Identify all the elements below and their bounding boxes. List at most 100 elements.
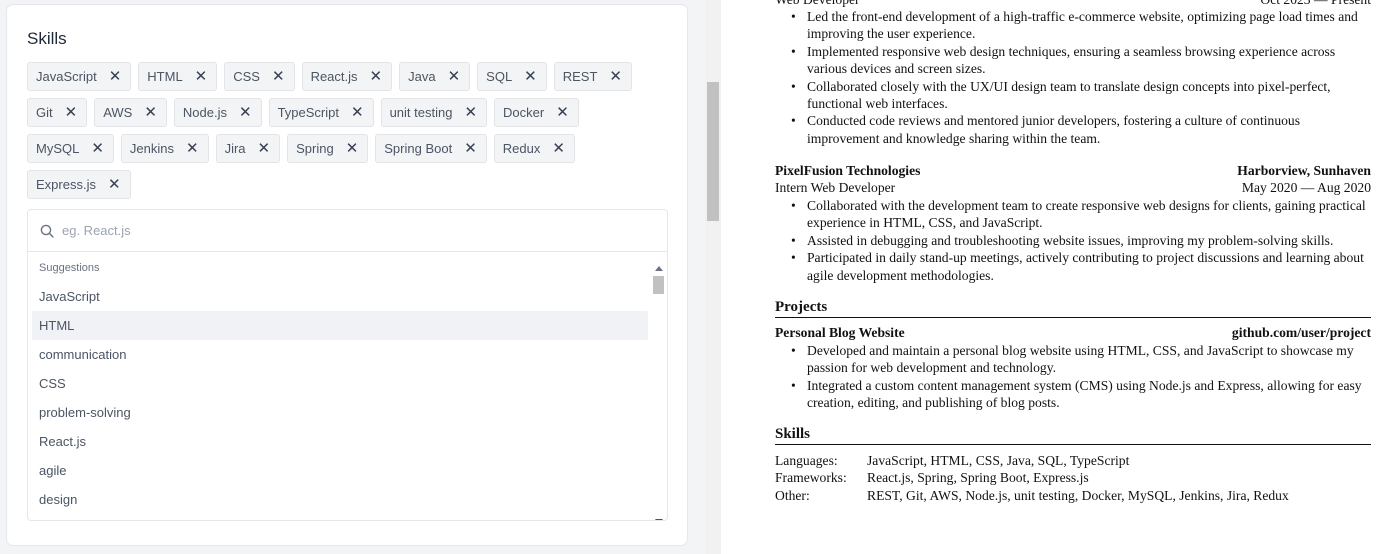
job2-dates: May 2020 — Aug 2020 (1241, 180, 1371, 195)
bullet-item: Participated in daily stand-up meetings,… (775, 249, 1371, 284)
bullet-item: Integrated a custom content management s… (775, 377, 1371, 412)
skills-table: Languages: JavaScript, HTML, CSS, Java, … (775, 452, 1371, 504)
skill-chip: MySQL ✕ (27, 134, 114, 163)
job2-title: Intern Web Developer (775, 180, 896, 195)
remove-chip-icon[interactable]: ✕ (109, 69, 122, 84)
skill-category: Languages: (775, 453, 838, 468)
suggestion-item[interactable]: React.js (32, 427, 648, 456)
remove-chip-icon[interactable]: ✕ (351, 105, 364, 120)
skill-items: REST, Git, AWS, Node.js, unit testing, D… (867, 487, 1289, 503)
projects-heading: Projects (775, 299, 1371, 318)
editor-pane: Skills JavaScript ✕ HTML ✕ CSS ✕ React.js ✕ Java… (0, 0, 705, 554)
remove-chip-icon[interactable]: ✕ (144, 105, 157, 120)
skill-chip-label: SQL (486, 69, 513, 84)
remove-chip-icon[interactable]: ✕ (464, 105, 477, 120)
remove-chip-icon[interactable]: ✕ (346, 141, 359, 156)
suggestion-item[interactable]: JavaScript (32, 282, 648, 311)
suggestion-item[interactable]: design (32, 485, 648, 514)
skill-chip: Git ✕ (27, 98, 88, 127)
job1-title: Web Developer (775, 0, 860, 8)
skill-chip-label: Java (408, 69, 436, 84)
remove-chip-icon[interactable]: ✕ (448, 69, 461, 84)
project-link: github.com/user/project (1231, 325, 1371, 340)
page-scrollbar[interactable] (705, 0, 721, 554)
section-title: Skills (27, 29, 67, 48)
bullet-item: Led the front-end development of a high-… (775, 8, 1371, 43)
remove-chip-icon[interactable]: ✕ (239, 105, 252, 120)
suggestion-panel: Suggestions JavaScript HTML communication C… (28, 252, 667, 520)
skill-search-input[interactable] (62, 223, 622, 238)
skill-chip: SQL ✕ (477, 62, 547, 91)
skill-chip: REST ✕ (553, 62, 632, 91)
suggestion-item[interactable]: agile (32, 456, 648, 485)
project-name: Personal Blog Website (775, 325, 905, 340)
remove-chip-icon[interactable]: ✕ (91, 141, 104, 156)
bullet-item: Conducted code reviews and mentored juni… (775, 112, 1371, 147)
page-scroll-thumb[interactable] (707, 82, 719, 221)
skill-chip: TypeScript ✕ (268, 98, 374, 127)
skill-items: JavaScript, HTML, CSS, Java, SQL, TypeSc… (867, 453, 1130, 468)
scroll-thumb[interactable] (653, 276, 664, 294)
skill-chip: Docker ✕ (494, 98, 579, 127)
skill-chip-label: Express.js (36, 177, 96, 192)
search-row (28, 210, 667, 252)
project-row: Personal Blog Website github.com/user/pr… (775, 325, 1371, 341)
remove-chip-icon[interactable]: ✕ (609, 69, 622, 84)
skill-chip-label: React.js (310, 69, 358, 84)
suggestion-item[interactable]: HTML (32, 311, 648, 340)
skill-chip-label: Git (36, 105, 53, 120)
skill-chip-label: HTML (147, 69, 183, 84)
suggestion-item[interactable]: communication (32, 340, 648, 369)
remove-chip-icon[interactable]: ✕ (272, 69, 285, 84)
skill-chip-label: Redux (502, 141, 541, 156)
skill-chip-label: TypeScript (277, 105, 339, 120)
skill-chip: HTML ✕ (138, 62, 218, 91)
remove-chip-icon[interactable]: ✕ (524, 69, 537, 84)
job2-company-row: PixelFusion Technologies Harborview, Sun… (775, 163, 1371, 179)
scroll-down-arrow-icon[interactable] (655, 519, 663, 520)
skill-chip: unit testing ✕ (380, 98, 488, 127)
job1-title-row: Web Developer Oct 2023 — Present (775, 0, 1371, 8)
job1-dates: Oct 2023 — Present (1260, 0, 1371, 8)
remove-chip-icon[interactable]: ✕ (552, 141, 565, 156)
skills-heading: Skills (775, 426, 1371, 445)
suggestion-list: JavaScript HTML communication CSS problem-so… (32, 282, 648, 514)
skill-chip-label: Spring (296, 141, 334, 156)
suggestion-item[interactable]: problem-solving (32, 398, 648, 427)
skill-chip: CSS ✕ (224, 62, 295, 91)
search-icon (40, 224, 54, 238)
suggestion-scrollbar[interactable] (652, 266, 666, 520)
job2-company: PixelFusion Technologies (775, 163, 921, 178)
skill-chip: React.js ✕ (301, 62, 393, 91)
skill-chip: AWS ✕ (94, 98, 167, 127)
bullet-item: Implemented responsive web design techni… (775, 43, 1371, 78)
bullet-item: Developed and maintain a personal blog w… (775, 342, 1371, 377)
skill-chip-label: unit testing (389, 105, 453, 120)
skill-row: Other: REST, Git, AWS, Node.js, unit tes… (775, 487, 1371, 504)
skill-chip: Spring ✕ (287, 134, 369, 163)
remove-chip-icon[interactable]: ✕ (65, 105, 78, 120)
remove-chip-icon[interactable]: ✕ (186, 141, 199, 156)
skill-chip: Java ✕ (399, 62, 471, 91)
bullet-item: Assisted in debugging and troubleshootin… (775, 232, 1371, 250)
job2-location: Harborview, Sunhaven (1237, 163, 1371, 178)
skills-card: Skills JavaScript ✕ HTML ✕ CSS ✕ React.js ✕ Java… (6, 4, 688, 546)
remove-chip-icon[interactable]: ✕ (108, 177, 121, 192)
skill-chip-label: Spring Boot (384, 141, 453, 156)
skill-chip: Express.js ✕ (27, 170, 131, 199)
skill-chip-label: Node.js (182, 105, 227, 120)
remove-chip-icon[interactable]: ✕ (258, 141, 271, 156)
scroll-up-arrow-icon[interactable] (655, 266, 663, 271)
skill-chip-label: Docker (503, 105, 545, 120)
remove-chip-icon[interactable]: ✕ (464, 141, 477, 156)
remove-chip-icon[interactable]: ✕ (556, 105, 569, 120)
remove-chip-icon[interactable]: ✕ (370, 69, 383, 84)
skill-chip: Jira ✕ (215, 134, 281, 163)
skill-chip: Redux ✕ (493, 134, 575, 163)
skill-chip: Jenkins ✕ (120, 134, 209, 163)
skill-chip-label: CSS (233, 69, 260, 84)
suggestion-item[interactable]: CSS (32, 369, 648, 398)
job2-bullets: Collaborated with the development team t… (775, 197, 1371, 284)
project-bullets: Developed and maintain a personal blog w… (775, 342, 1371, 412)
remove-chip-icon[interactable]: ✕ (195, 69, 208, 84)
